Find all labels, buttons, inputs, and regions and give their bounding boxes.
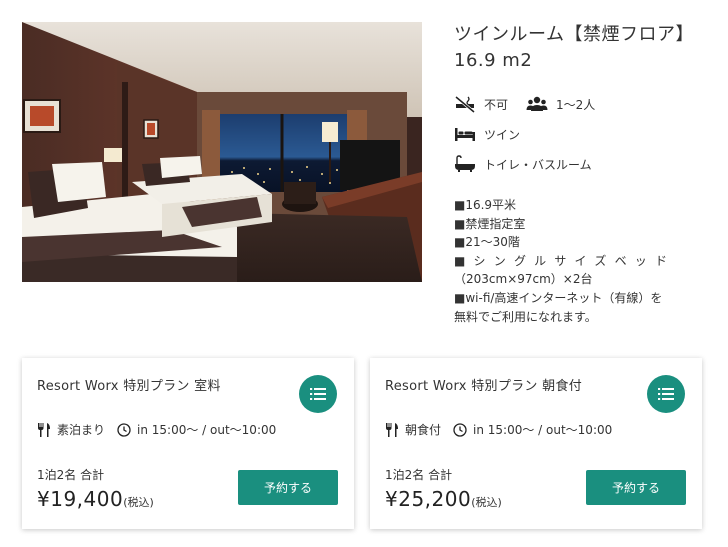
- bathtub-icon: [454, 155, 476, 173]
- feature-row-bed: ツイン: [454, 124, 704, 144]
- price-value: ¥25,200: [385, 487, 472, 511]
- smoking-value: 不可: [484, 97, 509, 112]
- feature-row-smoking-capacity: 不可 1～2人: [454, 94, 704, 114]
- checkin-times: in 15:00～ / out～10:00: [137, 423, 277, 437]
- meal-type: 朝食付: [405, 423, 442, 437]
- clock-icon: [117, 422, 131, 437]
- detail-line: ■wi-fi/高速インターネット（有線）を: [454, 290, 663, 305]
- plan-card: Resort Worx 特別プラン 朝食付 朝食付 in 15:00～ / ou…: [370, 358, 702, 529]
- plan-name: Resort Worx 特別プラン 朝食付: [385, 379, 583, 394]
- bath-value: トイレ・バスルーム: [484, 157, 592, 172]
- guest-summary: 1泊2名 合計: [385, 468, 453, 482]
- meal-type: 素泊まり: [57, 423, 106, 437]
- no-smoking-icon: [454, 95, 476, 113]
- room-photo: [22, 22, 422, 282]
- tax-label: (税込): [471, 496, 502, 509]
- room-size: 16.9 m2: [454, 50, 533, 71]
- list-menu-icon: [658, 388, 674, 400]
- price: ¥25,200(税込): [385, 487, 502, 511]
- bed-value: ツイン: [484, 127, 521, 142]
- tax-label: (税込): [123, 496, 154, 509]
- room-title: ツインルーム【禁煙フロア】 16.9 m2: [454, 22, 704, 74]
- plan-meta: 朝食付 in 15:00～ / out～10:00: [385, 421, 612, 438]
- detail-line: ■16.9平米: [454, 198, 517, 212]
- price: ¥19,400(税込): [37, 487, 154, 511]
- feature-row-bath: トイレ・バスルーム: [454, 154, 704, 174]
- detail-line: （203cm×97cm）×2台: [454, 272, 593, 287]
- fork-knife-icon: [37, 422, 51, 438]
- room-details: ■16.9平米 ■禁煙指定室 ■21～30階 ■シングルサイズベッド （203c…: [454, 196, 704, 326]
- room-title-line1: ツインルーム【禁煙フロア】: [454, 24, 694, 45]
- plan-name: Resort Worx 特別プラン 室料: [37, 379, 221, 394]
- people-icon: [526, 95, 548, 113]
- plan-details-button[interactable]: [299, 375, 337, 413]
- plan-meta: 素泊まり in 15:00～ / out～10:00: [37, 421, 276, 438]
- detail-line: ■禁煙指定室: [454, 216, 526, 231]
- price-value: ¥19,400: [37, 487, 124, 511]
- list-menu-icon: [310, 388, 326, 400]
- detail-line: ■シングルサイズベッド: [454, 253, 676, 268]
- reserve-button[interactable]: 予約する: [586, 470, 686, 505]
- fork-knife-icon: [385, 422, 399, 438]
- plan-details-button[interactable]: [647, 375, 685, 413]
- guest-summary: 1泊2名 合計: [37, 468, 105, 482]
- capacity-value: 1～2人: [556, 97, 596, 112]
- reserve-button[interactable]: 予約する: [238, 470, 338, 505]
- plan-card: Resort Worx 特別プラン 室料 素泊まり in 15:00～ / ou…: [22, 358, 354, 529]
- clock-icon: [453, 422, 467, 437]
- detail-line: ■21～30階: [454, 235, 520, 250]
- room-info: ツインルーム【禁煙フロア】 16.9 m2 不可 1～2人 ツイン トイレ・バス…: [454, 22, 704, 326]
- detail-line: 無料でご利用になれます。: [454, 309, 597, 324]
- checkin-times: in 15:00～ / out～10:00: [473, 423, 613, 437]
- bed-icon: [454, 125, 476, 143]
- room-features: 不可 1～2人 ツイン トイレ・バスルーム: [454, 94, 704, 174]
